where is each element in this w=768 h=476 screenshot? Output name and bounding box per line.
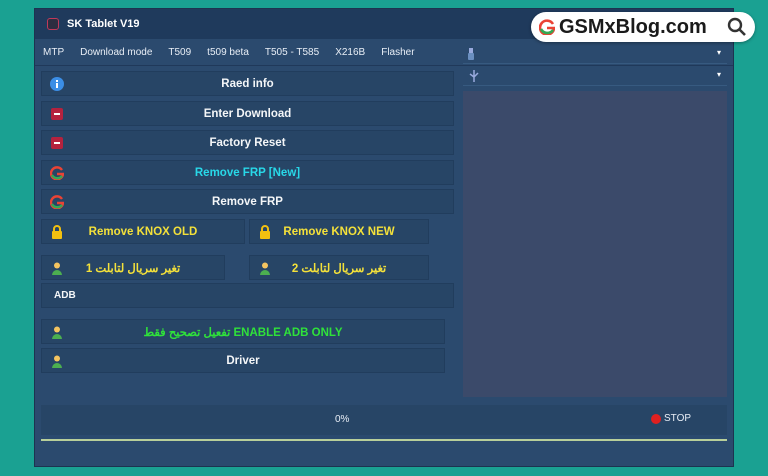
adb-section-header: ADB [41, 283, 454, 308]
tab-t505-t585[interactable]: T505 - T585 [257, 39, 327, 65]
app-icon [47, 18, 59, 30]
stop-button[interactable]: STOP [651, 413, 691, 424]
enable-adb-button[interactable]: تفعيل تصحيح فقط ENABLE ADB ONLY [41, 319, 445, 344]
factory-reset-button[interactable]: Factory Reset [41, 130, 454, 155]
chevron-down-icon: ▾ [716, 70, 721, 79]
download-mode-icon [51, 108, 63, 120]
tab-download-mode[interactable]: Download mode [72, 39, 160, 65]
log-output[interactable] [463, 91, 727, 397]
tab-flasher[interactable]: Flasher [373, 39, 422, 65]
google-icon [50, 166, 64, 180]
remove-frp-new-button[interactable]: Remove FRP [New] [41, 160, 454, 185]
google-g-icon [539, 19, 555, 35]
tab-x216b[interactable]: X216B [327, 39, 373, 65]
progress-bar [41, 439, 727, 441]
search-icon [727, 17, 746, 36]
status-bar: 0% STOP [41, 405, 727, 435]
usb-icon [468, 48, 474, 60]
actions-panel: Raed info Enter Download Factory Reset R… [41, 71, 454, 401]
driver-button[interactable]: Driver [41, 348, 445, 373]
reset-icon [51, 137, 63, 149]
device-combo[interactable]: ▾ [463, 45, 727, 64]
tab-t509-beta[interactable]: t509 beta [199, 39, 257, 65]
google-icon [50, 195, 64, 209]
read-info-button[interactable]: Raed info [41, 71, 454, 96]
info-icon [50, 77, 64, 91]
user-icon [52, 262, 62, 275]
enter-download-button[interactable]: Enter Download [41, 101, 454, 126]
lock-icon [52, 225, 62, 239]
progress-percent: 0% [335, 414, 350, 425]
port-combo[interactable]: ▾ [463, 67, 727, 86]
change-serial-2-button[interactable]: تغير سريال لتابلت 2 [249, 255, 429, 280]
tab-mtp[interactable]: MTP [35, 39, 72, 65]
change-serial-1-button[interactable]: تغير سريال لتابلت 1 [41, 255, 225, 280]
stop-icon [651, 413, 661, 424]
window-title: SK Tablet V19 [67, 18, 140, 30]
watermark-text: GSMxBlog.com [559, 15, 707, 38]
chevron-down-icon: ▾ [716, 48, 721, 57]
tab-t509[interactable]: T509 [160, 39, 199, 65]
lock-icon [260, 225, 270, 239]
remove-knox-new-button[interactable]: Remove KNOX NEW [249, 219, 429, 244]
app-window: SK Tablet V19 MTP Download mode T509 t50… [34, 8, 734, 467]
remove-knox-old-button[interactable]: Remove KNOX OLD [41, 219, 245, 244]
user-icon [260, 262, 270, 275]
usb-plug-icon [469, 70, 479, 82]
remove-frp-button[interactable]: Remove FRP [41, 189, 454, 214]
watermark-badge: GSMxBlog.com [531, 12, 755, 42]
user-icon [52, 355, 62, 368]
user-icon [52, 326, 62, 339]
